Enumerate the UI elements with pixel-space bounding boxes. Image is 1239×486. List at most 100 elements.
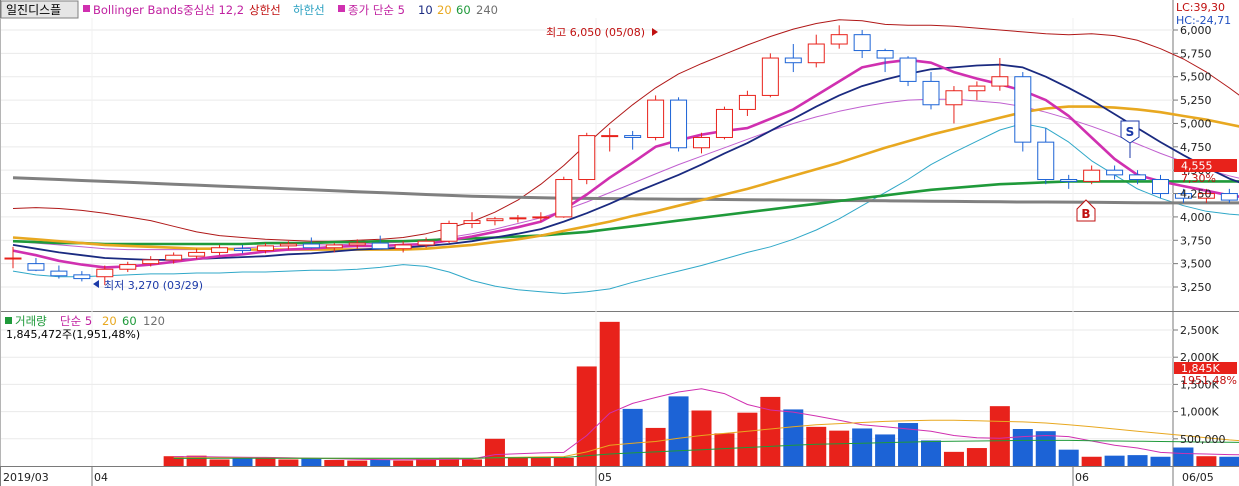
stock-chart: 3,2503,5003,7504,0004,2504,5004,7505,000… (0, 0, 1239, 486)
volume-bar (737, 412, 758, 466)
volume-bar (484, 438, 505, 466)
candle-body (96, 268, 114, 278)
time-tick-label: 05 (598, 471, 612, 484)
time-tick-label: 2019/03 (3, 471, 49, 484)
volume-bar (1219, 456, 1239, 466)
volume-bar (1012, 429, 1033, 466)
candle-body (119, 264, 137, 270)
volume-bar (1104, 455, 1125, 466)
candle (715, 106, 733, 140)
legend-bullet (338, 5, 345, 12)
candle (647, 95, 665, 141)
candle (899, 56, 917, 87)
legend-vol-ma[interactable]: 단순 5 (60, 314, 92, 328)
volume-bar (553, 457, 574, 466)
volume-bar (829, 430, 850, 466)
last-volume-pct: 1951,48% (1181, 374, 1237, 387)
time-tick-label: 04 (94, 471, 108, 484)
legend-bollinger[interactable]: Bollinger Bands중심선 12,2 (93, 3, 244, 17)
candle-body (73, 274, 91, 280)
legend-upper[interactable]: 상한선 (249, 3, 281, 17)
price-tick-label: 5,500 (1180, 71, 1212, 84)
legend-ma60[interactable]: 60 (456, 3, 471, 17)
candle-body (1014, 76, 1032, 143)
candle-body (348, 242, 366, 246)
volume-bar (1150, 456, 1171, 466)
volume-bar (783, 409, 804, 466)
hc-readout: HC:-24,71 (1176, 14, 1231, 27)
price-tick-label: 5,250 (1180, 94, 1212, 107)
candle-body (256, 245, 274, 252)
volume-bar (393, 460, 414, 466)
price-tick-label: 3,500 (1180, 258, 1212, 271)
volume-bar (370, 459, 391, 466)
legend-volume[interactable]: 거래량 (15, 314, 47, 328)
low-annotation: 최저 3,270 (03/29) (93, 279, 203, 292)
candle-body (670, 99, 688, 149)
candle-body (463, 220, 481, 224)
candle (440, 220, 458, 244)
candle-body (945, 90, 963, 106)
time-tick-label: 06/05 (1182, 471, 1214, 484)
volume-tick-label: 2,500K (1180, 324, 1219, 337)
volume-bar (1127, 455, 1148, 466)
legend-ma10[interactable]: 10 (418, 3, 433, 17)
candle-body (899, 57, 917, 82)
candle-body (1083, 169, 1101, 182)
candle-body (693, 136, 710, 149)
volume-bar (209, 459, 230, 466)
high-annotation: 최고 6,050 (05/08) (546, 26, 658, 39)
volume-bar (324, 460, 345, 466)
price-tick-label: 4,250 (1180, 188, 1212, 201)
candle-body (968, 85, 986, 92)
price-tick-label: 5,750 (1180, 47, 1212, 60)
candle (1014, 72, 1032, 152)
legend-vol-ma60[interactable]: 60 (122, 314, 137, 328)
candle-body (991, 76, 1009, 87)
volume-bar (1196, 456, 1217, 466)
legend-ma240[interactable]: 240 (476, 3, 498, 17)
legend-lower[interactable]: 하한선 (293, 3, 325, 17)
volume-bar (1173, 447, 1194, 466)
price-tick-label: 3,750 (1180, 234, 1212, 247)
candle-body (738, 94, 756, 110)
candle-body (371, 242, 389, 250)
volume-bar (1081, 456, 1102, 466)
legend-bullet (83, 5, 90, 12)
volume-bar (943, 451, 964, 466)
candle-body (761, 57, 779, 96)
candle (670, 97, 688, 152)
volume-bar (714, 433, 735, 466)
volume-bar (462, 459, 482, 466)
last-change-label: 7,30% (1181, 172, 1216, 185)
candle-body (394, 244, 412, 250)
candle-body (1106, 169, 1124, 176)
candle-body (715, 108, 733, 138)
volume-bar (989, 406, 1010, 466)
legend-vol-ma120[interactable]: 120 (143, 314, 165, 328)
candle-body (1129, 174, 1147, 181)
candle-body (165, 254, 183, 261)
high-label: 최고 6,050 (05/08) (546, 26, 645, 39)
volume-bar (806, 426, 827, 466)
sell-signal-label: S (1126, 125, 1135, 139)
candle-body (486, 218, 504, 222)
candle-body (830, 34, 848, 45)
volume-bar (875, 434, 896, 466)
candle-body (1152, 179, 1169, 195)
candle-body (578, 135, 596, 181)
volume-bar (691, 410, 712, 466)
volume-bar (852, 428, 873, 466)
candle-body (142, 259, 160, 265)
volume-tick-label: 500,000 (1180, 433, 1226, 446)
candle-body (417, 240, 435, 246)
legend-ma20[interactable]: 20 (437, 3, 452, 17)
legend-ma[interactable]: 종가 단순 5 (348, 3, 405, 17)
price-tick-label: 5,000 (1180, 117, 1212, 130)
volume-bar (1035, 431, 1056, 466)
candle-body (50, 270, 68, 277)
candle (555, 176, 573, 218)
legend-vol-ma20[interactable]: 20 (102, 314, 117, 328)
candle-body (1037, 141, 1055, 181)
candle-body (509, 217, 527, 220)
